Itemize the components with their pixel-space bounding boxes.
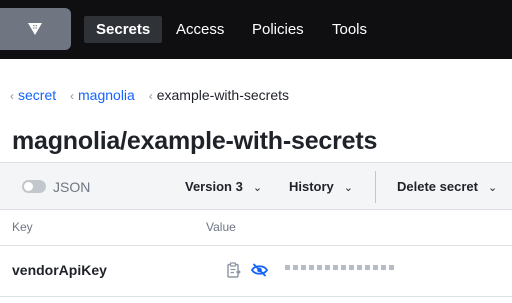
version-dropdown-button[interactable]: Version 3 ⌄	[185, 179, 262, 194]
home-logo-button[interactable]	[0, 8, 71, 50]
column-header-key: Key	[12, 220, 33, 234]
mask-dot	[357, 265, 362, 270]
column-header-value: Value	[206, 220, 236, 234]
copy-icon[interactable]	[227, 262, 241, 278]
mask-dot	[381, 265, 386, 270]
breadcrumb-item-current: ‹ example-with-secrets	[149, 86, 289, 105]
header-divider	[0, 245, 512, 246]
chevron-left-icon: ‹	[70, 89, 75, 103]
mask-dot	[293, 265, 298, 270]
toolbar-divider	[375, 171, 376, 203]
nav-secrets[interactable]: Secrets	[84, 16, 163, 43]
mask-dot	[325, 265, 330, 270]
vault-logo-icon	[28, 23, 42, 35]
row-divider	[0, 296, 512, 297]
chevron-down-icon: ⌄	[487, 182, 498, 194]
delete-secret-label: Delete secret	[397, 179, 478, 194]
chevron-left-icon: ‹	[148, 89, 153, 103]
mask-dot	[285, 265, 290, 270]
nav-tools[interactable]: Tools	[320, 16, 379, 43]
breadcrumb-link-secret[interactable]: secret	[18, 87, 56, 103]
mask-dot	[317, 265, 322, 270]
chevron-down-icon: ⌄	[252, 182, 263, 194]
nav-access[interactable]: Access	[164, 16, 236, 43]
breadcrumb-item-secret[interactable]: ‹ secret	[10, 86, 56, 105]
mask-dot	[341, 265, 346, 270]
breadcrumb-item-magnolia[interactable]: ‹ magnolia	[70, 86, 135, 105]
page-title: magnolia/example-with-secrets	[12, 127, 378, 155]
json-toggle[interactable]	[22, 180, 46, 193]
mask-dot	[373, 265, 378, 270]
secret-key: vendorApiKey	[12, 262, 107, 278]
mask-dot	[309, 265, 314, 270]
chevron-down-icon: ⌄	[343, 182, 354, 194]
mask-dot	[365, 265, 370, 270]
breadcrumb: ‹ secret ‹ magnolia ‹ example-with-secrets	[10, 86, 299, 105]
mask-dot	[333, 265, 338, 270]
delete-secret-button[interactable]: Delete secret ⌄	[397, 179, 497, 194]
json-toggle-label[interactable]: JSON	[53, 179, 90, 195]
top-navigation: Secrets Access Policies Tools	[0, 0, 512, 59]
secret-toolbar: JSON Version 3 ⌄ History ⌄ Delete secret ⌄	[0, 162, 512, 210]
history-dropdown-button[interactable]: History ⌄	[289, 179, 353, 194]
mask-dot	[389, 265, 394, 270]
mask-dot	[349, 265, 354, 270]
history-label: History	[289, 179, 334, 194]
breadcrumb-link-magnolia[interactable]: magnolia	[78, 87, 135, 103]
masked-value	[285, 265, 394, 270]
reveal-value-icon[interactable]	[251, 263, 268, 277]
version-label: Version 3	[185, 179, 243, 194]
breadcrumb-current: example-with-secrets	[156, 87, 289, 103]
chevron-left-icon: ‹	[10, 89, 14, 103]
toggle-knob	[24, 182, 33, 191]
nav-policies[interactable]: Policies	[240, 16, 316, 43]
mask-dot	[301, 265, 306, 270]
